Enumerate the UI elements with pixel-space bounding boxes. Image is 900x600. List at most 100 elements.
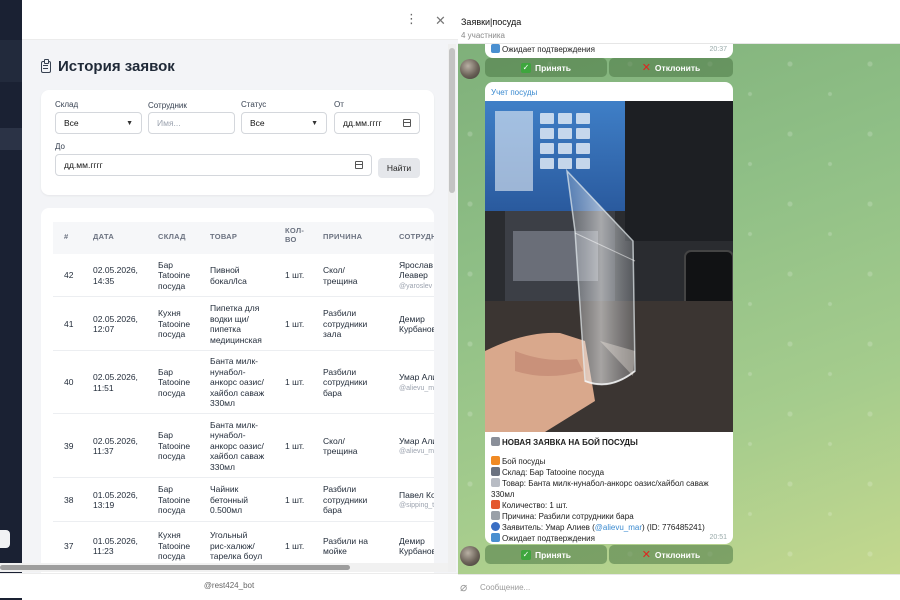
reject-button[interactable]: ✕ Отклонить bbox=[609, 58, 733, 77]
chat-area: Ожидает подтверждения 20:37 ✓ Принять ✕ От… bbox=[450, 44, 900, 574]
message-input-bar[interactable]: ⌀ Сообщение... bbox=[450, 574, 900, 600]
previous-message-text: Ожидает подтверждения bbox=[502, 45, 595, 54]
column-header[interactable]: КОЛ- ВО bbox=[285, 226, 304, 244]
bot-name[interactable]: @rest424_bot bbox=[0, 581, 458, 590]
page-title: История заявок bbox=[41, 58, 175, 75]
message-photo[interactable] bbox=[485, 101, 733, 432]
table-row[interactable]: 41 02.05.2026, 12:07 Кухня Tatooine посуда… bbox=[53, 297, 434, 351]
message-status: Ожидает подтверждения bbox=[502, 534, 595, 543]
warehouse-select[interactable]: Все ▼ bbox=[55, 112, 142, 134]
clipboard-icon bbox=[41, 58, 51, 73]
cross-icon: ✕ bbox=[641, 61, 651, 74]
more-options-icon[interactable]: ⋮ bbox=[405, 12, 418, 25]
message-sender[interactable]: Учет посуды bbox=[491, 88, 537, 97]
cell-text: Бар Tatooine посуда bbox=[158, 430, 191, 462]
horizontal-scrollbar[interactable] bbox=[0, 563, 448, 572]
message-heading: НОВАЯ ЗАЯВКА НА БОЙ ПОСУДЫ bbox=[502, 438, 638, 447]
cell-date: 01.05.2026, 11:23 bbox=[93, 536, 138, 557]
avatar[interactable] bbox=[460, 546, 480, 566]
cell-warehouse: Кухня Tatooine посуда bbox=[158, 530, 190, 562]
message-applicant-prefix: Заявитель: Умар Алиев ( bbox=[502, 523, 595, 532]
cell-reason: Разбили сотрудники зала bbox=[323, 308, 367, 340]
vertical-scrollbar[interactable] bbox=[448, 44, 456, 572]
hourglass-icon bbox=[491, 533, 500, 542]
column-header[interactable]: ТОВАР bbox=[210, 232, 237, 241]
cell-text: 01.05.2026, 11:23 bbox=[93, 535, 138, 557]
cell-text: Бар Tatooine посуда bbox=[158, 259, 191, 291]
cell-employee: Ярослав Леавер @yaroslev bbox=[399, 260, 433, 293]
cell-warehouse: Бар Tatooine посуда bbox=[158, 484, 190, 516]
to-date-input[interactable]: дд.мм.гггг bbox=[55, 154, 372, 176]
table-row[interactable]: 40 02.05.2026, 11:51 Бар Tatooine посуда Ба… bbox=[53, 351, 434, 414]
warehouse-label: Склад bbox=[55, 100, 79, 109]
message-text: НОВАЯ ЗАЯВКА НА БОЙ ПОСУДЫ Бой посуды Ск… bbox=[491, 437, 729, 544]
status-select[interactable]: Все ▼ bbox=[241, 112, 327, 134]
cell-text: Банта милк- нунабол- анкорс оазис/ хайбо… bbox=[210, 356, 265, 409]
cell-id: 41 bbox=[64, 319, 73, 330]
cell-reason: Разбили сотрудники бара bbox=[323, 367, 367, 399]
cell-text: 1 шт. bbox=[285, 270, 305, 281]
employee-input[interactable]: Имя... bbox=[148, 112, 235, 134]
column-header[interactable]: ПРИЧИНА bbox=[323, 232, 362, 241]
cell-text: Угольный рис-халюж/ тарелка боул bbox=[210, 530, 263, 562]
memo-icon bbox=[491, 437, 500, 446]
avatar[interactable] bbox=[460, 59, 480, 79]
table-row[interactable]: 38 01.05.2026, 13:19 Бар Tatooine посуда Ча… bbox=[53, 478, 434, 522]
calendar-icon[interactable] bbox=[355, 161, 363, 169]
cell-text: Умар Алиев bbox=[399, 435, 434, 446]
cell-text: 41 bbox=[64, 318, 74, 329]
sidebar-button[interactable] bbox=[0, 530, 10, 548]
cross-icon: ✕ bbox=[641, 548, 651, 561]
sidebar-active-item[interactable] bbox=[0, 128, 22, 150]
find-button[interactable]: Найти bbox=[378, 158, 420, 178]
cell-warehouse: Кухня Tatooine посуда bbox=[158, 308, 190, 340]
package-icon bbox=[491, 478, 500, 487]
calendar-icon[interactable] bbox=[403, 119, 411, 127]
scrollbar-thumb[interactable] bbox=[449, 48, 455, 193]
cell-text: 01.05.2026, 13:19 bbox=[93, 489, 138, 511]
chat-header[interactable]: Заявки|посуда 4 участника bbox=[450, 0, 900, 44]
cell-text: Банта милк- нунабол- анкорс оазис/ хайбо… bbox=[210, 419, 265, 472]
cell-text: 1 шт. bbox=[285, 318, 305, 329]
table-row[interactable]: 39 02.05.2026, 11:37 Бар Tatooine посуда Ба… bbox=[53, 414, 434, 478]
column-header[interactable]: # bbox=[64, 232, 68, 241]
column-header[interactable]: СКЛАД bbox=[158, 232, 186, 241]
reject-button[interactable]: ✕ Отклонить bbox=[609, 545, 733, 564]
column-header[interactable]: ДАТА bbox=[93, 232, 114, 241]
table-header: # ДАТА СКЛАД ТОВАР КОЛ- ВО ПРИЧИНА СОТРУ… bbox=[53, 222, 434, 254]
cell-id: 37 bbox=[64, 541, 73, 552]
message-applicant-suffix: ) (ID: 776485241) bbox=[642, 523, 705, 532]
cell-date: 02.05.2026, 11:37 bbox=[93, 436, 138, 457]
attach-icon[interactable]: ⌀ bbox=[460, 580, 467, 594]
cell-text: Разбили на мойке bbox=[323, 535, 368, 557]
from-date-input[interactable]: дд.мм.гггг bbox=[334, 112, 420, 134]
scrollbar-thumb[interactable] bbox=[0, 565, 350, 570]
telegram-panel: Заявки|посуда 4 участника Ожидает подтве… bbox=[450, 0, 900, 600]
chevron-down-icon: ▼ bbox=[126, 119, 133, 127]
cell-qty: 1 шт. bbox=[285, 270, 304, 281]
cell-reason: Разбили на мойке bbox=[323, 536, 368, 557]
cell-product: Банта милк- нунабол- анкорс оазис/ хайбо… bbox=[210, 356, 264, 409]
cell-text: Демир Курбанов bbox=[399, 535, 434, 557]
collision-icon bbox=[491, 456, 500, 465]
cell-text: Ярослав Леавер bbox=[399, 259, 434, 281]
applicant-link[interactable]: @alievu_mar bbox=[595, 523, 642, 532]
hourglass-icon bbox=[491, 44, 500, 53]
cell-date: 02.05.2026, 11:51 bbox=[93, 372, 138, 393]
sidebar-band bbox=[0, 40, 22, 82]
cell-reason: Скол/ трещина bbox=[323, 265, 358, 286]
message-product: Товар: Банта милк-нунабол-анкорс оазис/х… bbox=[491, 479, 709, 499]
user-icon bbox=[491, 522, 500, 531]
message-quantity: Количество: 1 шт. bbox=[502, 501, 568, 510]
accept-button[interactable]: ✓ Принять bbox=[485, 58, 607, 77]
accept-button[interactable]: ✓ Принять bbox=[485, 545, 607, 564]
employee-handle: @yaroslev bbox=[399, 282, 433, 290]
wrench-icon bbox=[491, 511, 500, 520]
cell-text: 02.05.2026, 11:37 bbox=[93, 435, 138, 457]
cell-text: 39 bbox=[64, 440, 74, 451]
cell-qty: 1 шт. bbox=[285, 541, 304, 552]
cell-text: Демир Курбанов bbox=[399, 313, 434, 335]
column-header[interactable]: СОТРУДНИК bbox=[399, 232, 434, 241]
close-icon[interactable]: ✕ bbox=[435, 13, 446, 29]
table-row[interactable]: 42 02.05.2026, 14:35 Бар Tatooine посуда Пи… bbox=[53, 254, 434, 297]
